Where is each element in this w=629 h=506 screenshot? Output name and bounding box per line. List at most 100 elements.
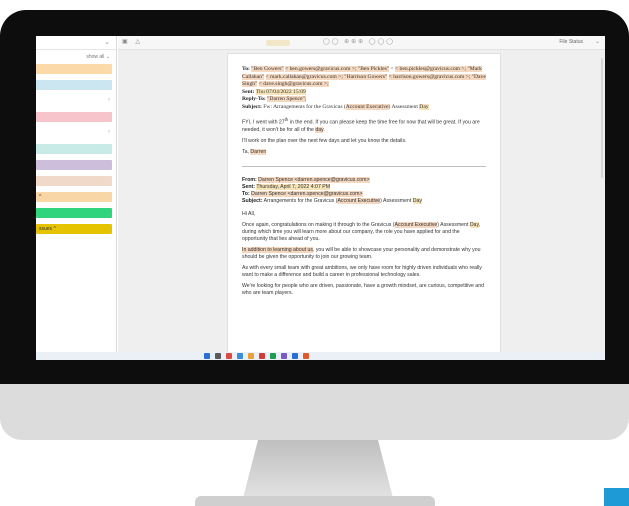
taskbar-app-icon[interactable]	[259, 353, 265, 359]
to-value: Darren Spence <darren.spence@gravicus.co…	[251, 191, 363, 198]
body-text: Once again, congratulations on making it…	[242, 222, 395, 229]
email-body-1: FYI, I went with 27th in the end. If you…	[242, 117, 486, 156]
body-paragraph: FYI, I went with 27th in the end. If you…	[242, 117, 486, 134]
corner-accent	[604, 488, 629, 506]
to-line: To: "Ben Gowers" < ben.gowers@gravicus.c…	[242, 66, 486, 88]
body-paragraph: I'll work on the plan over the next few …	[242, 138, 407, 145]
from-value: Darren Spence <darren.spence@gravicus.co…	[258, 177, 370, 184]
category-label: ^	[39, 194, 42, 200]
category-item[interactable]	[36, 112, 112, 122]
taskbar-app-icon[interactable]	[248, 353, 254, 359]
role-highlight: Account Executive	[394, 222, 438, 229]
category-item[interactable]: ssues ^	[36, 224, 112, 234]
document-viewer: ▣ △ ◯◯ ⊕⊕⊕ ◯◯◯ File Status ⌄ To: "Ben Go…	[118, 36, 605, 360]
taskbar-icons	[204, 353, 314, 359]
recipient-address: < dave.singh@gravicus.com >;	[258, 81, 329, 88]
sent-line: Sent: Thu 07/04/2022 15:09	[242, 88, 486, 97]
email-body-2: Hi All, Once again, congratulations on m…	[242, 211, 486, 297]
recipient-address: < ben.gowers@gravicus.com >;	[285, 66, 358, 72]
email-header-1: To: "Ben Gowers" < ben.gowers@gravicus.c…	[242, 66, 486, 111]
body-text: FYI, I went with 27	[242, 120, 285, 127]
taskbar-app-icon[interactable]	[281, 353, 287, 359]
recipient-address: < harrison.gowers@gravicus.com >;	[388, 73, 472, 80]
reply-to-label: Reply-To:	[242, 96, 266, 103]
sent-value: Thu 07/04/2022 15:09	[255, 88, 306, 95]
subject-line: Subject: Arrangements for the Gravicus (…	[242, 198, 486, 205]
sent-label: Sent:	[242, 184, 255, 191]
category-item[interactable]	[36, 176, 112, 186]
taskbar-app-icon[interactable]	[270, 353, 276, 359]
monitor-screen: ⌄ show all ⌄ › › ^ ssues ^ ▣ △ ◯◯ ⊕⊕⊕ ◯◯…	[36, 36, 605, 360]
recipient-name: "Harrison Gowers"	[344, 73, 388, 80]
body-paragraph: In addition to learning about us, you wi…	[242, 247, 486, 261]
show-all-label: show all	[86, 54, 105, 60]
left-pane-header: ⌄	[36, 36, 116, 50]
taskbar-app-icon[interactable]	[215, 353, 221, 359]
subject-suffix: ) Assessment	[388, 103, 420, 110]
category-spacer: ›	[36, 128, 116, 138]
taskbar-app-icon[interactable]	[237, 353, 243, 359]
subject-day: Day	[419, 103, 429, 110]
sign-name: Darren	[250, 149, 267, 156]
subject-prefix: Arrangements for the Gravicus (	[263, 198, 338, 205]
subject-highlight: Account Executive	[337, 198, 381, 205]
viewer-toolbar: ▣ △ ◯◯ ⊕⊕⊕ ◯◯◯ File Status ⌄	[118, 36, 605, 50]
body-paragraph: As with every small team with great ambi…	[242, 265, 482, 279]
subject-day: Day	[412, 198, 422, 205]
phrase-highlight: In addition to learning about us	[242, 247, 313, 254]
taskbar-app-icon[interactable]	[303, 353, 309, 359]
recipient-address: < mark.callahan@gravicus.com >;	[265, 73, 345, 80]
body-paragraph: We're looking for people who are driven,…	[242, 283, 484, 297]
file-status-label[interactable]: File Status	[559, 39, 583, 45]
chevron-right-icon[interactable]: ›	[108, 97, 110, 103]
vertical-scrollbar[interactable]	[601, 58, 603, 178]
category-item[interactable]	[36, 80, 112, 90]
subject-highlight: Account Executive	[345, 103, 389, 110]
email-document: To: "Ben Gowers" < ben.gowers@gravicus.c…	[227, 53, 501, 353]
category-item[interactable]	[36, 64, 112, 74]
toolbar-marker	[266, 40, 290, 46]
category-item[interactable]	[36, 160, 112, 170]
to-label: To:	[242, 66, 250, 72]
day-highlight: Day	[469, 222, 479, 229]
taskbar-app-icon[interactable]	[292, 353, 298, 359]
monitor-stand-base	[195, 496, 435, 506]
reply-to-line: Reply-To: "Darren Spence";	[242, 96, 486, 104]
show-all-toggle[interactable]: show all ⌄	[36, 50, 116, 64]
chevron-down-icon[interactable]: ⌄	[595, 38, 600, 45]
from-label: From:	[242, 177, 257, 184]
divider	[242, 166, 486, 168]
sent-value: Thursday, April 7, 2022 4:07 PM	[256, 184, 331, 191]
subject-suffix: ) Assessment	[380, 198, 413, 205]
category-item[interactable]	[36, 144, 112, 154]
to-line: To: Darren Spence <darren.spence@gravicu…	[242, 191, 486, 198]
recipient-address: < ben.pickles@gravicus.com >;	[395, 66, 468, 72]
from-line: From: Darren Spence <darren.spence@gravi…	[242, 177, 486, 184]
monitor-chin	[0, 384, 629, 440]
taskbar-app-icon[interactable]	[204, 353, 210, 359]
to-label: To:	[242, 191, 250, 198]
recipient-name: "Ben Gowers"	[251, 66, 284, 72]
chevron-right-icon[interactable]: ›	[108, 129, 110, 135]
left-pane: ⌄ show all ⌄ › › ^ ssues ^	[36, 36, 117, 360]
email-header-2: From: Darren Spence <darren.spence@gravi…	[242, 177, 486, 205]
greeting: Hi All,	[242, 211, 256, 218]
subject-label: Subject:	[242, 103, 262, 110]
category-spacer: ›	[36, 96, 116, 106]
taskbar-app-icon[interactable]	[226, 353, 232, 359]
category-item[interactable]: ^	[36, 192, 112, 202]
monitor-stand-neck	[243, 440, 393, 498]
body-text: ) Assessment	[437, 222, 470, 229]
body-paragraph: Once again, congratulations on making it…	[242, 222, 486, 243]
recipient-name: "Ben Pickles"	[357, 66, 390, 72]
zoom-controls[interactable]: ◯◯ ⊕⊕⊕ ◯◯◯	[323, 38, 395, 45]
subject-line: Subject: Fw: Arrangements for the Gravic…	[242, 103, 486, 112]
chevron-down-icon[interactable]: ⌄	[104, 38, 110, 46]
subject-prefix: Fw: Arrangements for the Gravicus (	[263, 103, 346, 110]
toolbar-actions[interactable]: ▣ △	[122, 38, 143, 45]
subject-label: Subject:	[242, 198, 263, 205]
sent-label: Sent:	[242, 88, 255, 95]
taskbar	[36, 352, 605, 360]
category-item[interactable]	[36, 208, 112, 218]
signature: Ta, Darren	[242, 149, 486, 156]
